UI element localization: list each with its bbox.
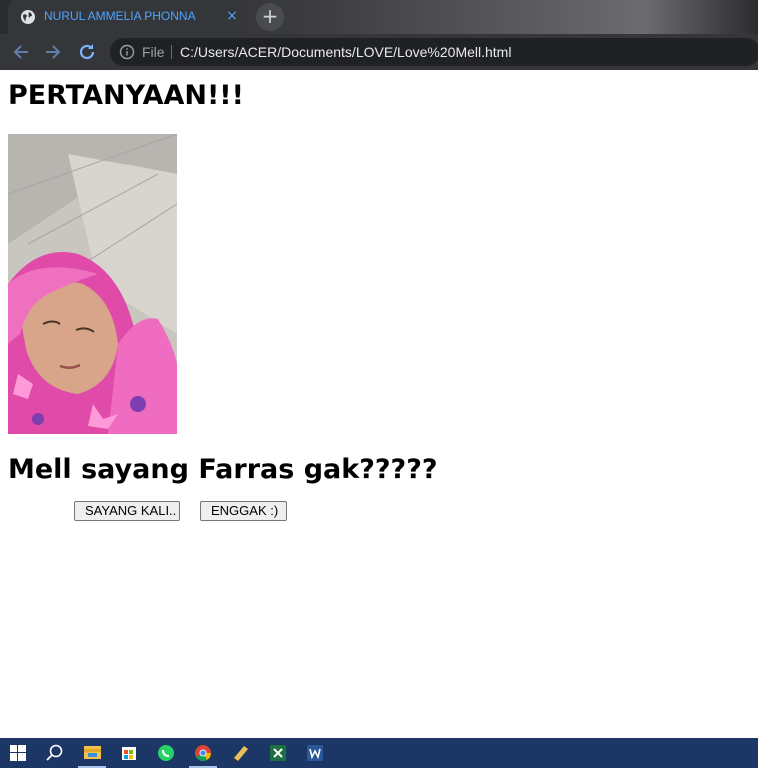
omnibox-divider [171, 45, 172, 59]
yes-button[interactable]: SAYANG KALI.. [74, 501, 180, 521]
browser-toolbar: File C:/Users/ACER/Documents/LOVE/Love%2… [0, 34, 758, 70]
store-icon[interactable] [111, 738, 147, 768]
reload-icon[interactable] [76, 41, 98, 63]
word-icon[interactable] [297, 738, 333, 768]
taskbar [0, 738, 758, 768]
chrome-icon[interactable] [185, 738, 221, 768]
windows-start-icon[interactable] [0, 738, 36, 768]
file-scheme-label: File [142, 44, 165, 60]
back-arrow-icon[interactable] [10, 41, 32, 63]
close-icon[interactable]: × [224, 8, 240, 24]
forward-arrow-icon[interactable] [42, 41, 64, 63]
app-icon[interactable] [222, 738, 258, 768]
browser-titlebar: NURUL AMMELIA PHONNA × + [0, 0, 758, 34]
search-icon[interactable] [36, 738, 72, 768]
new-tab-button[interactable]: + [256, 3, 284, 31]
url-text[interactable]: C:/Users/ACER/Documents/LOVE/Love%20Mell… [180, 44, 511, 60]
tab-title: NURUL AMMELIA PHONNA [44, 9, 196, 23]
address-bar[interactable]: File C:/Users/ACER/Documents/LOVE/Love%2… [110, 38, 758, 66]
page-title: PERTANYAAN!!! [8, 80, 244, 111]
whatsapp-icon[interactable] [148, 738, 184, 768]
file-explorer-icon[interactable] [74, 738, 110, 768]
browser-tab[interactable]: NURUL AMMELIA PHONNA × [8, 0, 248, 34]
profile-photo [8, 134, 177, 434]
excel-icon[interactable] [260, 738, 296, 768]
globe-icon [20, 9, 36, 25]
page-content: PERTANYAAN!!! Mell sayang Farras gak????… [0, 70, 758, 738]
question-text: Mell sayang Farras gak????? [8, 454, 438, 485]
no-button[interactable]: ENGGAK :) [200, 501, 287, 521]
info-icon[interactable] [119, 44, 135, 60]
